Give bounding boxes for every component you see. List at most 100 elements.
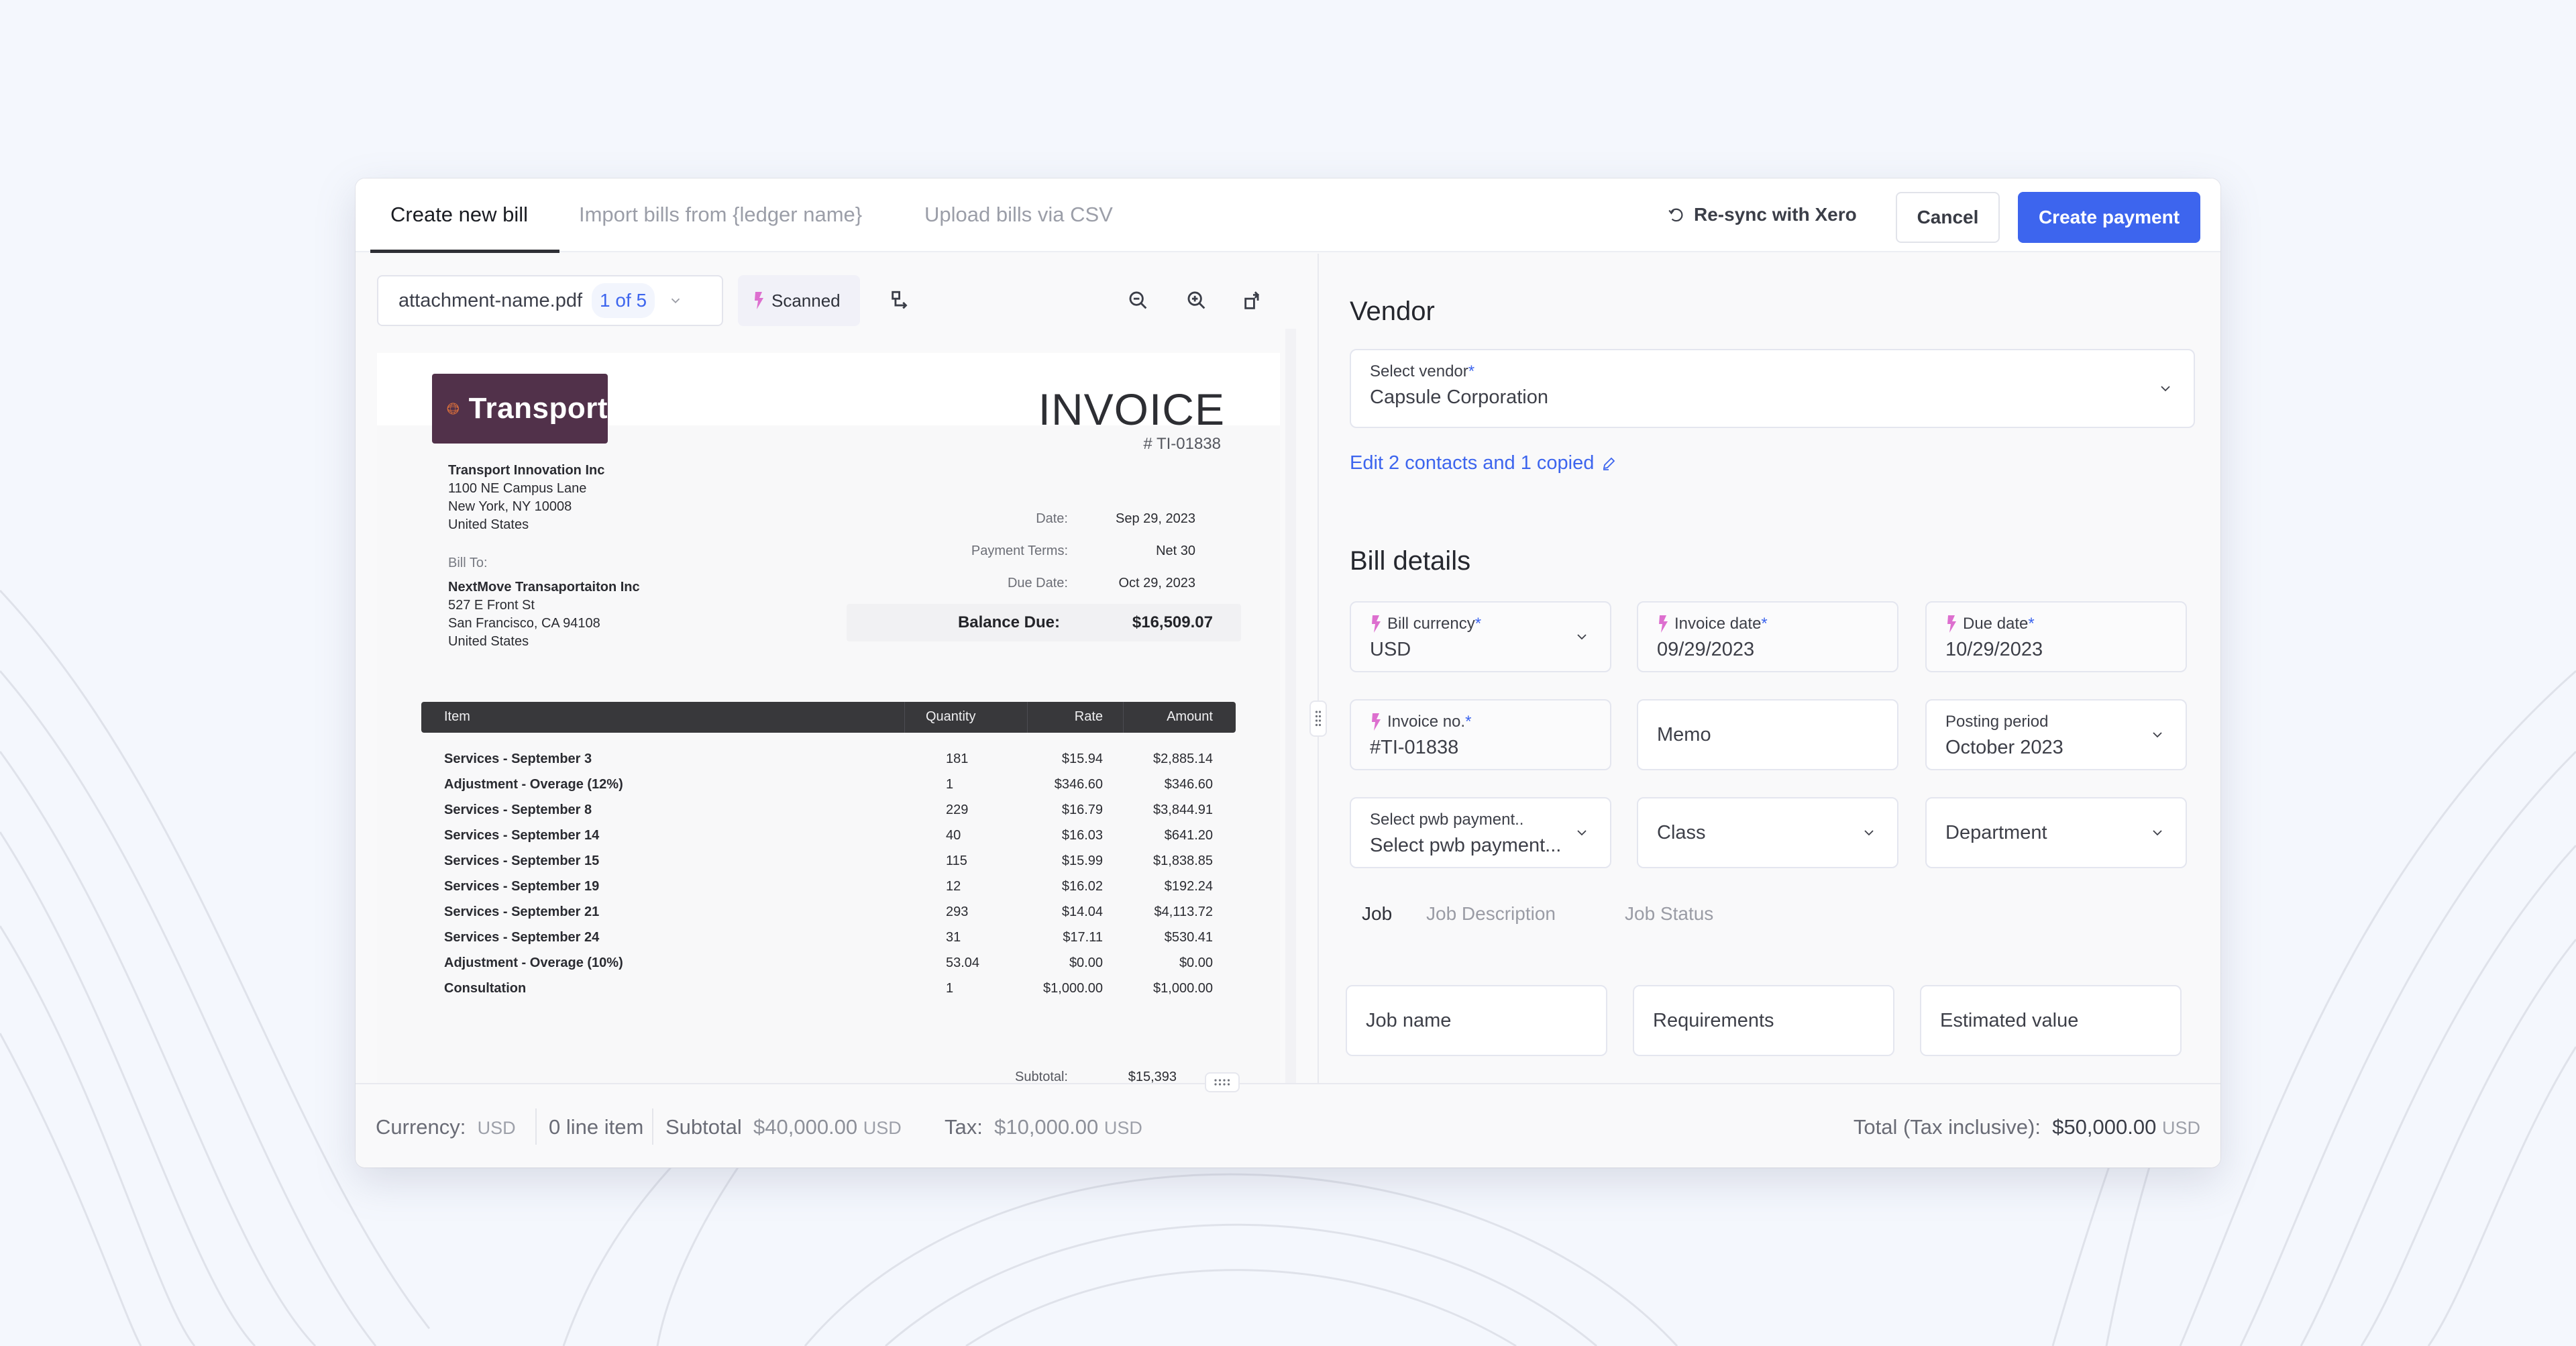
- field-value: USD: [1370, 639, 1411, 660]
- invoice-document: Transport INVOICE # TI-01838 Transport I…: [377, 353, 1280, 1083]
- column-header: Rate: [1074, 709, 1103, 724]
- department-select[interactable]: Department: [1925, 797, 2187, 868]
- bill-to-label: Bill To:: [448, 556, 488, 570]
- meta-label: Date:: [1036, 511, 1068, 526]
- item-quantity: 293: [946, 904, 969, 919]
- item-rate: $16.03: [1061, 828, 1103, 843]
- field-value: Select pwb payment...: [1370, 835, 1562, 856]
- tab-create-new-bill[interactable]: Create new bill: [390, 203, 528, 227]
- balance-due: Balance Due: $16,509.07: [847, 604, 1241, 641]
- vendor-logo: Transport: [432, 374, 608, 444]
- zoom-in-button[interactable]: [1182, 286, 1212, 315]
- document-scrollbar[interactable]: [1285, 329, 1296, 1158]
- attachment-selector[interactable]: attachment-name.pdf 1 of 5: [377, 275, 723, 326]
- item-quantity: 53.04: [946, 955, 980, 970]
- posting-period-select[interactable]: Posting period October 2023: [1925, 699, 2187, 770]
- bill-form: Vendor Select vendor * Capsule Corporatio…: [1322, 254, 2220, 1140]
- page-indicator: 1 of 5: [592, 283, 655, 318]
- job-name-field[interactable]: Job name: [1346, 985, 1607, 1056]
- item-rate: $17.11: [1063, 930, 1103, 945]
- item-quantity: 31: [946, 930, 961, 945]
- resync-button[interactable]: Re-sync with Xero: [1667, 204, 1857, 225]
- required-mark: *: [2028, 615, 2035, 633]
- invoice-number-field[interactable]: Invoice no. * #TI-01838: [1350, 699, 1611, 770]
- footer-subtotal: Subtotal $40,000.00 USD: [665, 1115, 902, 1139]
- item-name: Services - September 21: [444, 904, 600, 919]
- table-row: Services - September 3 181 $15.94 $2,885.14: [421, 752, 1236, 772]
- column-header: Quantity: [926, 709, 976, 724]
- dialog-header: Create new bill Import bills from {ledge…: [356, 178, 2220, 253]
- table-row: Consultation 1 $1,000.00 $1,000.00: [421, 981, 1236, 1001]
- zoom-out-button[interactable]: [1124, 286, 1153, 315]
- class-select[interactable]: Class: [1637, 797, 1898, 868]
- chevron-down-icon: [2161, 386, 2170, 392]
- tab-upload-csv[interactable]: Upload bills via CSV: [924, 203, 1113, 227]
- column-header: Item: [444, 709, 470, 724]
- balance-label: Balance Due:: [957, 613, 1060, 631]
- requirements-field[interactable]: Requirements: [1633, 985, 1894, 1056]
- scanned-label: Scanned: [771, 290, 841, 311]
- logo-text: Transport: [468, 392, 608, 425]
- split-icon: [892, 291, 908, 309]
- item-name: Services - September 19: [444, 879, 600, 894]
- horizontal-resize-handle[interactable]: [1309, 701, 1327, 737]
- item-rate: $346.60: [1054, 777, 1103, 792]
- subtab-job[interactable]: Job: [1362, 903, 1392, 925]
- vendor-select[interactable]: Select vendor * Capsule Corporation: [1350, 349, 2195, 428]
- lightning-icon: [1372, 713, 1381, 731]
- field-placeholder: Estimated value: [1940, 1009, 2079, 1031]
- table-row: Services - September 19 12 $16.02 $192.24: [421, 879, 1236, 899]
- chevron-down-icon: [1577, 634, 1587, 640]
- drag-handle-icon: [1214, 1079, 1230, 1086]
- field-placeholder: Department: [1945, 821, 2047, 843]
- field-label: Select pwb payment..: [1370, 811, 1524, 829]
- document-viewer: attachment-name.pdf 1 of 5 Scanned Trans…: [356, 254, 1301, 1158]
- items-table-header: Item Quantity Rate Amount: [421, 702, 1236, 733]
- footer-line-items: 0 line item: [549, 1115, 644, 1139]
- item-amount: $2,885.14: [1153, 752, 1213, 766]
- bill-currency-select[interactable]: Bill currency * USD: [1350, 601, 1611, 672]
- table-row: Services - September 14 40 $16.03 $641.20: [421, 828, 1236, 848]
- item-quantity: 12: [946, 879, 961, 894]
- chevron-down-icon: [1577, 830, 1587, 836]
- invoice-date-field[interactable]: Invoice date * 09/29/2023: [1637, 601, 1898, 672]
- vertical-resize-handle[interactable]: [1205, 1072, 1240, 1092]
- subtab-job-description[interactable]: Job Description: [1426, 903, 1556, 925]
- item-quantity: 1: [946, 777, 954, 792]
- create-payment-button[interactable]: Create payment: [2018, 192, 2200, 243]
- sender-address: Transport Innovation Inc 1100 NE Campus …: [448, 462, 604, 534]
- due-date-field[interactable]: Due date * 10/29/2023: [1925, 601, 2187, 672]
- item-rate: $0.00: [1069, 955, 1103, 970]
- scanned-badge[interactable]: Scanned: [738, 275, 860, 326]
- item-name: Services - September 8: [444, 803, 592, 817]
- active-tab-indicator: [370, 250, 559, 253]
- item-quantity: 115: [946, 853, 967, 868]
- field-label: Due date: [1963, 615, 2029, 633]
- balance-value: $16,509.07: [1132, 613, 1213, 631]
- pane-divider: [1318, 254, 1319, 1083]
- memo-field[interactable]: Memo: [1637, 699, 1898, 770]
- split-view-button[interactable]: [885, 286, 915, 315]
- table-row: Services - September 8 229 $16.79 $3,844.91: [421, 803, 1236, 823]
- item-quantity: 1: [946, 981, 954, 996]
- field-placeholder: Job name: [1366, 1009, 1452, 1031]
- column-header: Amount: [1167, 709, 1213, 724]
- subtab-job-status[interactable]: Job Status: [1625, 903, 1713, 925]
- item-quantity: 229: [946, 803, 969, 817]
- item-amount: $346.60: [1164, 777, 1213, 792]
- rotate-button[interactable]: [1238, 286, 1268, 315]
- resync-label: Re-sync with Xero: [1694, 204, 1857, 225]
- lightning-icon: [1372, 615, 1381, 633]
- drag-handle-icon: [1315, 711, 1322, 727]
- recipient-name: NextMove Transaportaiton Inc: [448, 580, 640, 594]
- field-value: #TI-01838: [1370, 737, 1459, 758]
- tab-import-bills[interactable]: Import bills from {ledger name}: [579, 203, 862, 227]
- meta-date: Date: Sep 29, 2023: [847, 511, 1222, 531]
- address-line: New York, NY 10008: [448, 499, 572, 514]
- meta-payment-terms: Payment Terms: Net 30: [847, 543, 1222, 564]
- pwb-payment-select[interactable]: Select pwb payment.. Select pwb payment.…: [1350, 797, 1611, 868]
- estimated-value-field[interactable]: Estimated value: [1920, 985, 2182, 1056]
- cancel-button[interactable]: Cancel: [1896, 192, 2000, 243]
- field-placeholder: Requirements: [1653, 1009, 1774, 1031]
- edit-contacts-link[interactable]: Edit 2 contacts and 1 copied: [1350, 452, 1617, 474]
